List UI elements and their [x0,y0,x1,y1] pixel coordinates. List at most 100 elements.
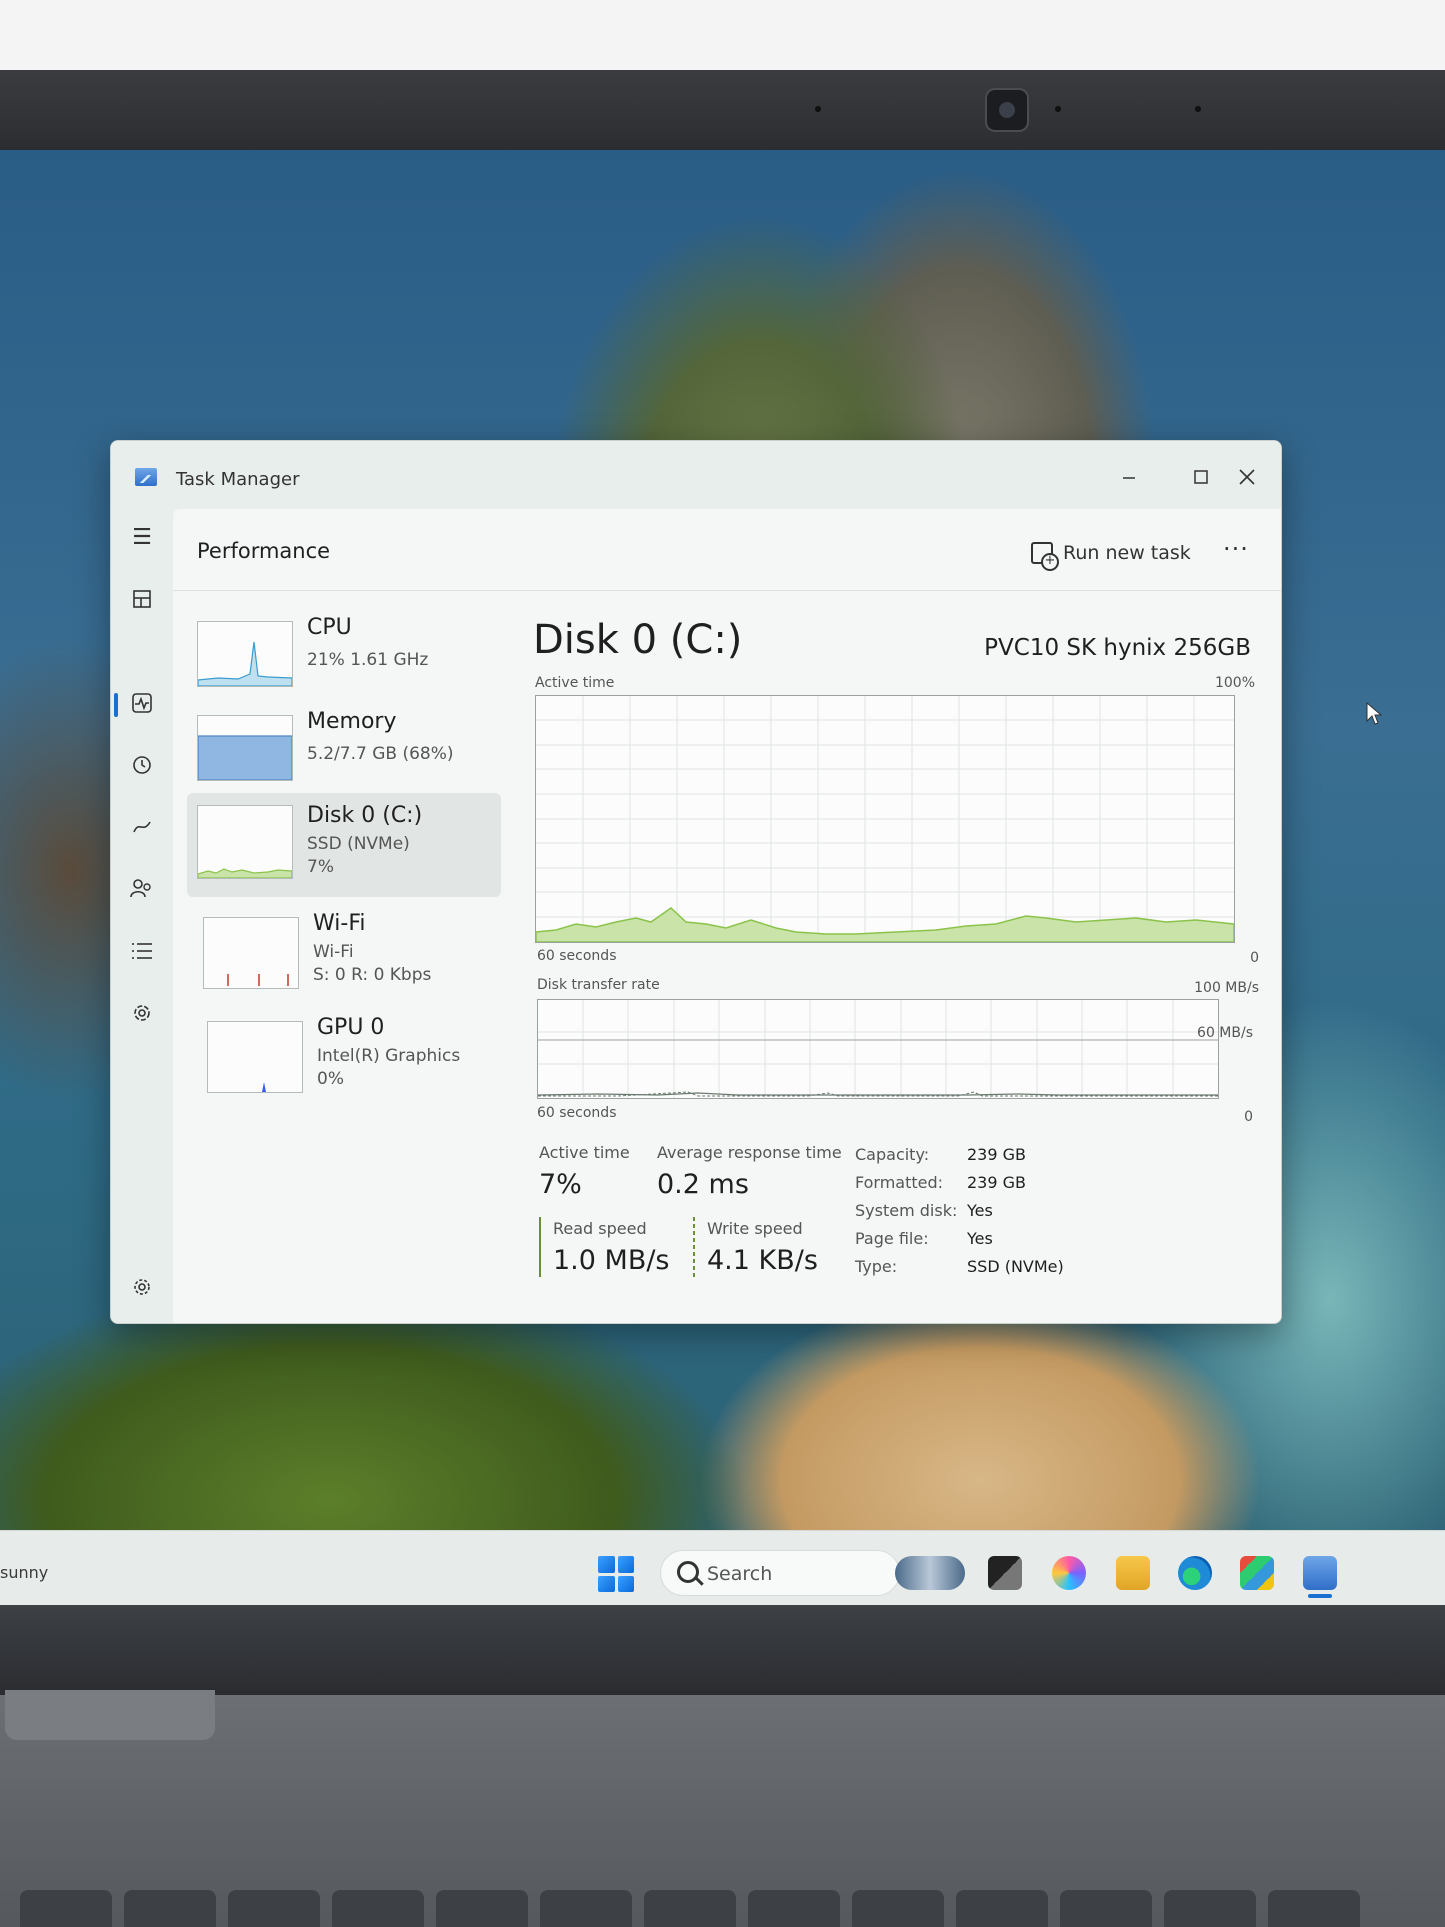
processes-icon[interactable] [126,583,158,615]
app-history-icon[interactable] [126,749,158,781]
read-speed-value: 1.0 MB/s [553,1245,670,1276]
device-disk-0[interactable]: Disk 0 (C:) SSD (NVMe) 7% [187,793,501,897]
capacity-value: 239 GB [967,1145,1026,1164]
disk-model: PVC10 SK hynix 256GB [984,635,1251,661]
active-time-graph-min: 0 [1250,950,1259,966]
disk-thumbnail-graph [197,805,293,879]
device-detail: 21% 1.61 GHz [307,650,429,670]
copilot-icon[interactable] [1052,1556,1086,1590]
page-file-label: Page file: [855,1229,929,1248]
active-time-graph [535,695,1235,943]
type-label: Type: [855,1257,898,1276]
device-name: GPU 0 [317,1015,385,1040]
disk-detail-panel: Disk 0 (C:) PVC10 SK hynix 256GB Active … [533,591,1273,1323]
device-cpu[interactable]: CPU 21% 1.61 GHz [187,605,501,705]
close-icon [1239,469,1255,485]
nav-rail: ☰ [111,509,173,1323]
type-value: SSD (NVMe) [967,1257,1064,1276]
performance-header: Performance Run new task ··· [173,509,1281,591]
task-manager-taskbar-icon[interactable] [1303,1556,1337,1590]
photo-background [0,0,1445,75]
device-list: CPU 21% 1.61 GHz Memory 5.2/7.7 GB (68%)… [173,591,503,1323]
keyboard-row [0,1890,1445,1927]
task-view-icon[interactable] [988,1556,1022,1590]
search-highlight-icon[interactable] [895,1556,965,1590]
edge-icon[interactable] [1178,1556,1212,1590]
taskbar-search[interactable]: Search [660,1550,900,1596]
performance-content: Performance Run new task ··· CPU 21% 1.6… [173,509,1281,1323]
device-name: CPU [307,615,352,640]
wifi-thumbnail-graph [203,917,299,989]
device-detail-adapter: Wi-Fi [313,942,354,962]
active-time-graph-duration: 60 seconds [537,948,617,964]
cpu-thumbnail-graph [197,621,293,687]
close-button[interactable] [1219,457,1275,497]
taskbar-weather[interactable]: sunny [0,1563,48,1582]
formatted-label: Formatted: [855,1173,944,1192]
write-speed-indicator [693,1217,695,1277]
window-title: Task Manager [176,469,300,490]
device-wifi[interactable]: Wi-Fi Wi-Fi S: 0 R: 0 Kbps [187,901,501,1001]
run-task-icon [1031,542,1059,571]
laptop-bezel-top [0,70,1445,150]
device-detail-model: Intel(R) Graphics [317,1046,461,1066]
maximize-icon [1194,470,1208,484]
active-app-indicator [1308,1594,1332,1598]
mouse-cursor-icon [1366,702,1382,725]
active-time-graph-max: 100% [1214,675,1255,691]
active-time-graph-label: Active time [535,675,615,691]
task-manager-window: Task Manager ☰ Performance + Run new tas… [110,440,1282,1324]
title-bar[interactable]: Task Manager [111,441,1281,509]
active-time-label: Active time [539,1143,630,1162]
device-name: Disk 0 (C:) [307,803,423,828]
device-name: Memory [307,709,397,734]
settings-gear-icon[interactable] [126,1271,158,1303]
performance-icon[interactable] [126,687,158,719]
minimize-button[interactable] [1101,457,1157,497]
page-file-value: Yes [967,1229,993,1248]
read-speed-indicator [539,1217,541,1277]
webcam-icon [985,88,1029,132]
transfer-graph-mid: 60 MB/s [1197,1025,1253,1041]
device-detail: SSD (NVMe) 7% [307,833,410,879]
details-icon[interactable] [126,935,158,967]
device-detail: 5.2/7.7 GB (68%) [307,744,454,764]
hamburger-menu-icon[interactable]: ☰ [126,521,158,553]
laptop-hinge [5,1690,215,1740]
search-icon [677,1561,699,1583]
store-icon[interactable] [1240,1556,1274,1590]
formatted-value: 239 GB [967,1173,1026,1192]
services-icon[interactable] [126,997,158,1029]
more-options-icon[interactable]: ··· [1223,535,1249,563]
task-manager-icon [135,468,157,486]
startup-apps-icon[interactable] [126,811,158,843]
users-icon[interactable] [126,873,158,905]
write-speed-label: Write speed [707,1219,803,1238]
disk-title: Disk 0 (C:) [533,617,743,663]
memory-thumbnail-graph [197,715,293,781]
device-memory[interactable]: Memory 5.2/7.7 GB (68%) [187,699,501,799]
sensor-dot [815,106,821,112]
avg-response-label: Average response time [657,1143,842,1162]
device-detail-usage: 0% [317,1069,344,1089]
run-new-task-button[interactable]: Run new task [1031,535,1191,571]
file-explorer-icon[interactable] [1116,1556,1150,1590]
start-button[interactable] [598,1556,634,1592]
nav-active-indicator [114,693,118,717]
read-speed-label: Read speed [553,1219,647,1238]
device-detail-type: SSD (NVMe) [307,834,410,854]
device-detail: Wi-Fi S: 0 R: 0 Kbps [313,941,431,987]
transfer-graph-label: Disk transfer rate [537,977,660,993]
minimize-icon [1123,477,1135,479]
write-speed-value: 4.1 KB/s [707,1245,818,1276]
system-disk-value: Yes [967,1201,993,1220]
run-new-task-label: Run new task [1063,542,1191,564]
device-gpu-0[interactable]: GPU 0 Intel(R) Graphics 0% [187,1005,501,1105]
gpu-thumbnail-graph [207,1021,303,1093]
system-disk-label: System disk: [855,1201,958,1220]
transfer-graph-duration: 60 seconds [537,1105,617,1121]
device-detail-throughput: S: 0 R: 0 Kbps [313,965,432,985]
transfer-graph-min: 0 [1244,1109,1253,1125]
device-detail-usage: 7% [307,857,334,877]
active-time-value: 7% [539,1169,582,1200]
